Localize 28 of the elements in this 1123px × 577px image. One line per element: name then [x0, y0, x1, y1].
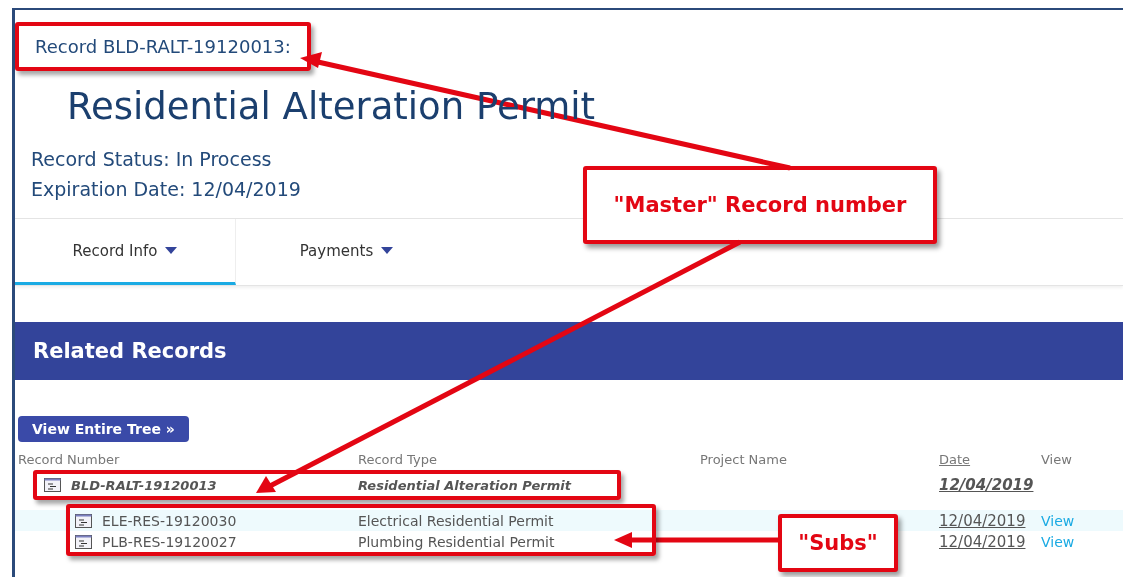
record-date: 12/04/2019 [939, 476, 1034, 494]
caret-icon [165, 247, 178, 254]
tab[interactable]: Record Info [15, 219, 236, 285]
callout-label: "Master" Record number [583, 166, 937, 244]
tab[interactable]: Payments [236, 219, 457, 285]
expiration-date: Expiration Date: 12/04/2019 [31, 178, 302, 200]
record-date: 12/04/2019 [939, 532, 1026, 551]
record-type: Electrical Residential Permit [358, 512, 554, 529]
record-number[interactable]: BLD-RALT-19120013 [71, 477, 217, 493]
column-header: View [1041, 451, 1072, 467]
column-header: Record Number [18, 451, 120, 467]
record-date: 12/04/2019 [939, 511, 1026, 530]
column-header[interactable]: Date [939, 451, 971, 467]
column-header: Record Type [358, 451, 437, 467]
caret-icon [381, 247, 394, 254]
record-heading: Record BLD-RALT-19120013: [15, 22, 311, 71]
record-icon [44, 478, 61, 492]
record-status: Record Status: In Process [31, 148, 273, 170]
record-number[interactable]: PLB-RES-19120027 [102, 533, 237, 550]
record-number[interactable]: ELE-RES-19120030 [102, 512, 237, 529]
record-icon [75, 534, 92, 549]
section-title: Related Records [33, 339, 227, 363]
record-type: Residential Alteration Permit [358, 477, 571, 493]
record-type: Plumbing Residential Permit [358, 533, 555, 550]
view-tree-button[interactable]: View Entire Tree » [18, 416, 189, 442]
column-header: Project Name [700, 451, 787, 467]
record-icon [75, 513, 92, 528]
callout-label: "Subs" [778, 514, 898, 572]
